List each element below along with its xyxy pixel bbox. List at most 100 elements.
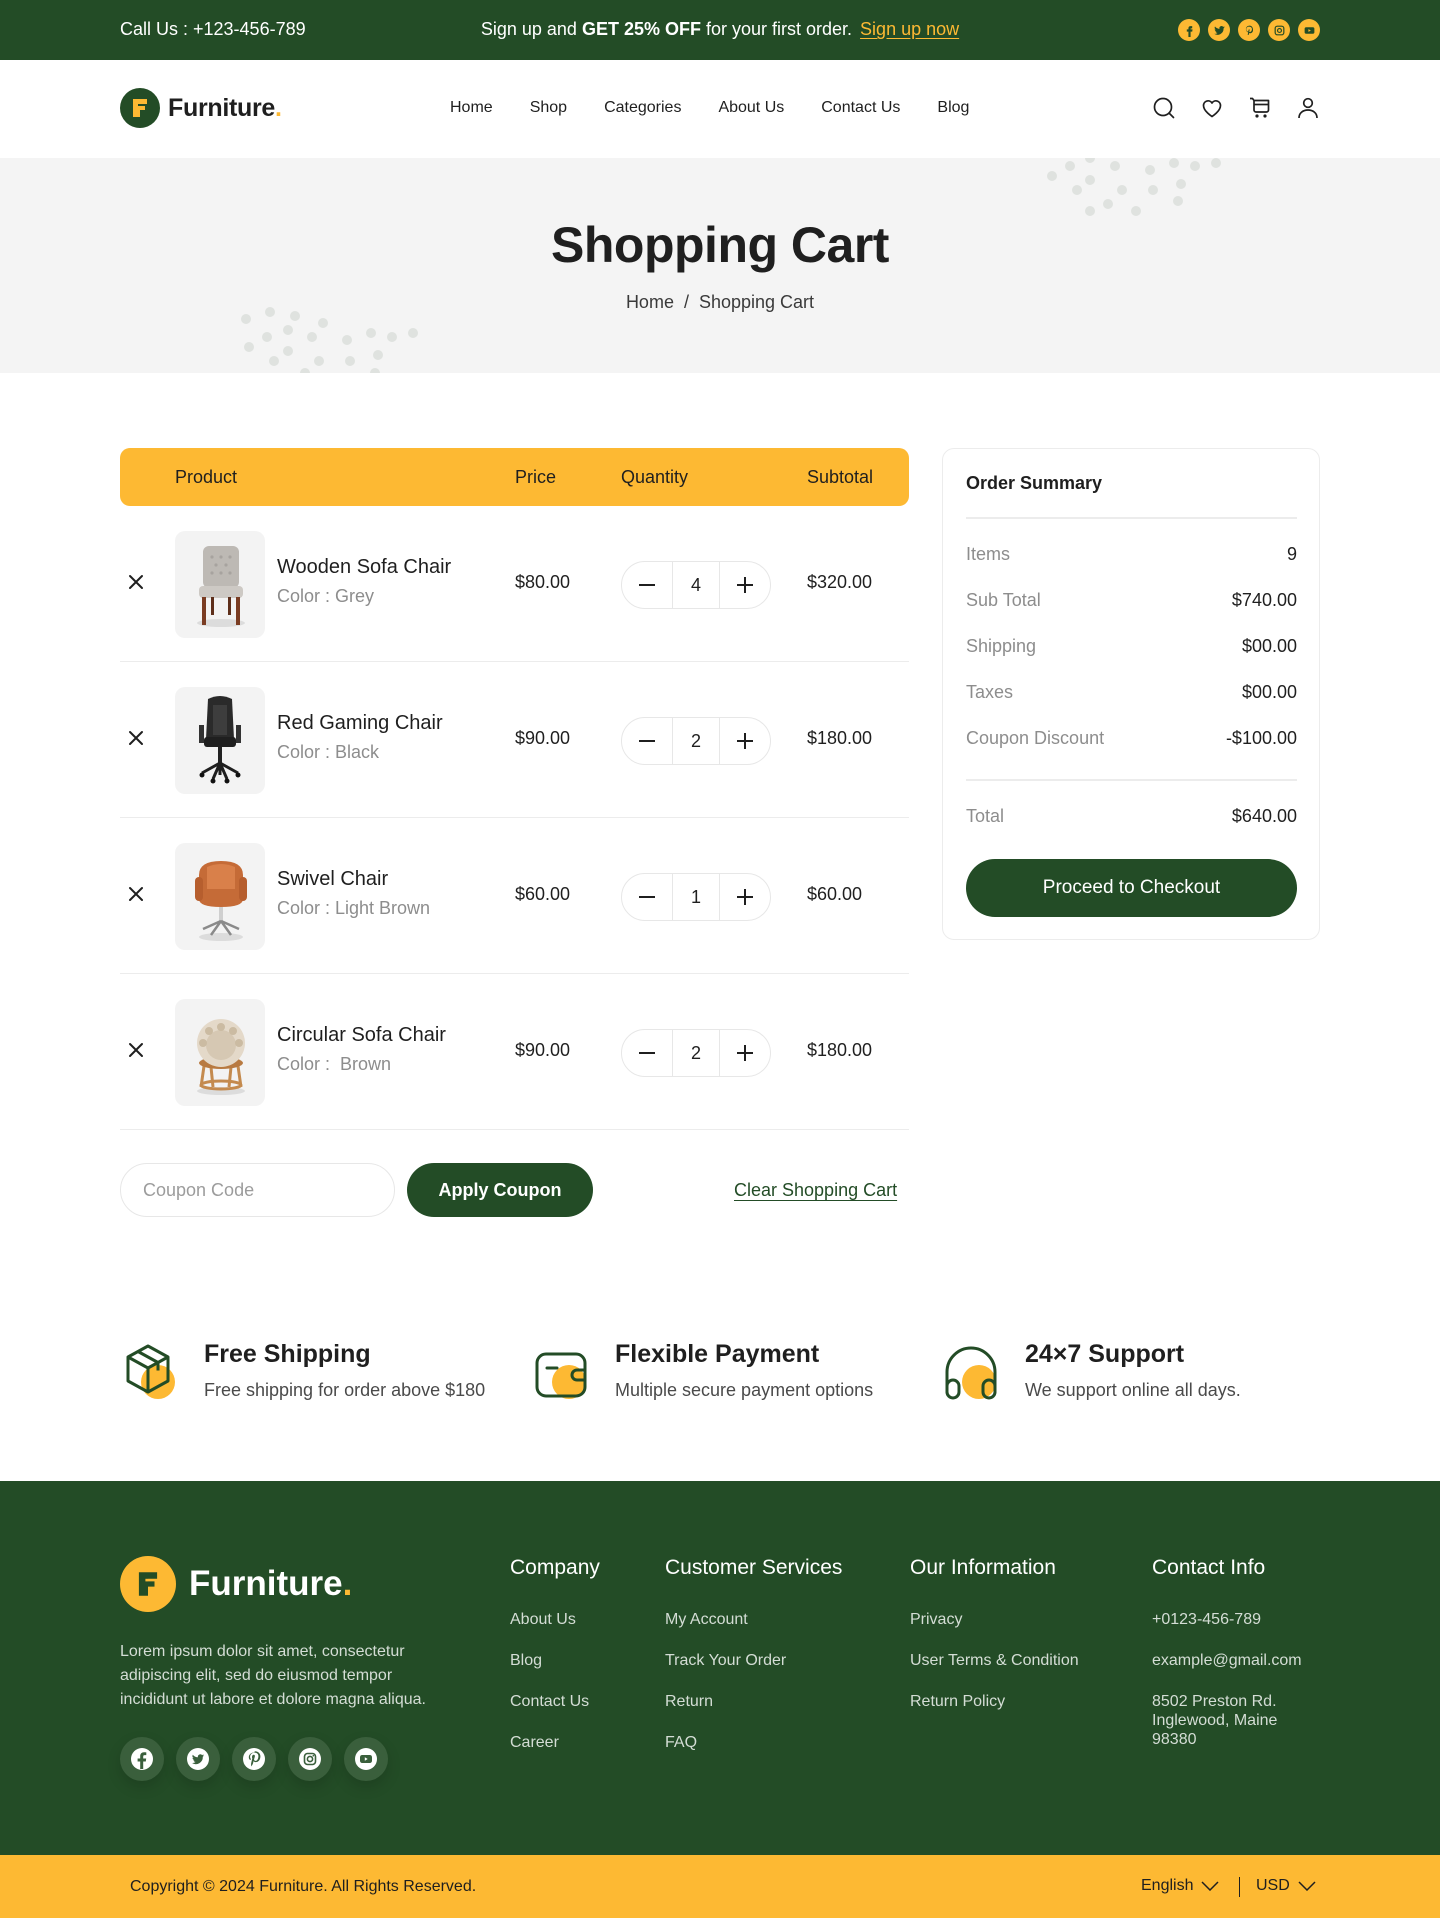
summary-row-subtotal: Sub Total $740.00 bbox=[966, 590, 1297, 610]
selector-divider bbox=[1239, 1877, 1240, 1897]
footer-brand-name: Furniture bbox=[189, 1564, 343, 1603]
brand-logo[interactable]: Furniture. bbox=[120, 88, 282, 128]
footer-link-my-account[interactable]: My Account bbox=[665, 1610, 842, 1629]
decrease-quantity-button[interactable] bbox=[622, 718, 672, 764]
product-image-tan-leather-swivel-chair[interactable] bbox=[175, 843, 265, 950]
clear-shopping-cart-link[interactable]: Clear Shopping Cart bbox=[734, 1180, 897, 1201]
product-name[interactable]: Wooden Sofa Chair bbox=[277, 556, 451, 579]
divider bbox=[966, 779, 1297, 781]
sign-up-link[interactable]: Sign up now bbox=[860, 19, 959, 39]
footer-link-career[interactable]: Career bbox=[510, 1733, 600, 1752]
footer-link-privacy[interactable]: Privacy bbox=[910, 1610, 1079, 1629]
pinterest-icon[interactable] bbox=[232, 1737, 276, 1781]
footer-link-blog[interactable]: Blog bbox=[510, 1651, 600, 1670]
instagram-icon[interactable] bbox=[288, 1737, 332, 1781]
increase-quantity-button[interactable] bbox=[720, 718, 770, 764]
user-icon[interactable] bbox=[1296, 96, 1320, 120]
proceed-to-checkout-button[interactable]: Proceed to Checkout bbox=[966, 859, 1297, 917]
footer-contact-email[interactable]: example@gmail.com bbox=[1152, 1651, 1302, 1670]
remove-item-icon[interactable] bbox=[126, 884, 146, 904]
footer-contact-phone[interactable]: +0123-456-789 bbox=[1152, 1610, 1302, 1629]
logo-mark-icon bbox=[120, 1556, 176, 1612]
nav-home[interactable]: Home bbox=[450, 99, 493, 117]
quantity-value[interactable]: 1 bbox=[672, 874, 720, 920]
footer-link-return-policy[interactable]: Return Policy bbox=[910, 1692, 1079, 1711]
nav-blog[interactable]: Blog bbox=[937, 99, 969, 117]
nav-categories[interactable]: Categories bbox=[604, 99, 681, 117]
youtube-icon[interactable] bbox=[1298, 19, 1320, 41]
cart-icon[interactable] bbox=[1248, 96, 1272, 120]
decrease-quantity-button[interactable] bbox=[622, 1030, 672, 1076]
cart-row: Swivel Chair Color : Light Brown $60.00 … bbox=[120, 818, 909, 974]
footer-link-user-terms[interactable]: User Terms & Condition bbox=[910, 1651, 1079, 1670]
language-selector[interactable]: English bbox=[1141, 1877, 1220, 1895]
quantity-stepper: 4 bbox=[621, 561, 771, 609]
youtube-icon[interactable] bbox=[344, 1737, 388, 1781]
quantity-value[interactable]: 2 bbox=[672, 718, 720, 764]
product-name[interactable]: Red Gaming Chair bbox=[277, 712, 443, 735]
coupon-code-input[interactable] bbox=[120, 1163, 395, 1217]
footer-link-about-us[interactable]: About Us bbox=[510, 1610, 600, 1629]
footer-column-customer-services: Customer Services My Account Track Your … bbox=[665, 1556, 842, 1774]
product-name[interactable]: Circular Sofa Chair bbox=[277, 1024, 446, 1047]
decrease-quantity-button[interactable] bbox=[622, 562, 672, 608]
footer-brand-logo[interactable]: Furniture. bbox=[120, 1556, 352, 1612]
order-summary-title: Order Summary bbox=[966, 473, 1103, 493]
facebook-icon[interactable] bbox=[120, 1737, 164, 1781]
footer-link-return[interactable]: Return bbox=[665, 1692, 842, 1711]
product-price: $80.00 bbox=[515, 572, 571, 592]
quantity-value[interactable]: 4 bbox=[672, 562, 720, 608]
facebook-icon[interactable] bbox=[1178, 19, 1200, 41]
increase-quantity-button[interactable] bbox=[720, 562, 770, 608]
footer-link-faq[interactable]: FAQ bbox=[665, 1733, 842, 1752]
column-subtotal: Subtotal bbox=[807, 467, 874, 487]
product-image-black-gaming-chair[interactable] bbox=[175, 687, 265, 794]
remove-item-icon[interactable] bbox=[126, 572, 146, 592]
footer-column-title: Our Information bbox=[910, 1556, 1056, 1579]
column-product: Product bbox=[175, 467, 238, 487]
footer-link-contact-us[interactable]: Contact Us bbox=[510, 1692, 600, 1711]
product-price: $60.00 bbox=[515, 884, 571, 904]
product-name[interactable]: Swivel Chair bbox=[277, 868, 388, 891]
breadcrumb: Home / Shopping Cart bbox=[625, 292, 815, 312]
order-summary-card: Order Summary Items 9 Sub Total $740.00 Sh… bbox=[942, 448, 1320, 940]
breadcrumb-home[interactable]: Home bbox=[626, 292, 674, 312]
feature-title: 24×7 Support bbox=[1025, 1340, 1185, 1368]
decrease-quantity-button[interactable] bbox=[622, 874, 672, 920]
product-image-papasan-chair[interactable] bbox=[175, 999, 265, 1106]
pinterest-icon[interactable] bbox=[1238, 19, 1260, 41]
cart-row: Red Gaming Chair Color : Black $90.00 2 … bbox=[120, 662, 909, 818]
twitter-icon[interactable] bbox=[176, 1737, 220, 1781]
increase-quantity-button[interactable] bbox=[720, 1030, 770, 1076]
logo-mark-icon bbox=[120, 88, 160, 128]
heart-icon[interactable] bbox=[1200, 96, 1224, 120]
feature-description: We support online all days. bbox=[1025, 1380, 1241, 1400]
nav-action-icons bbox=[1152, 96, 1320, 120]
increase-quantity-button[interactable] bbox=[720, 874, 770, 920]
summary-row-coupon-discount: Coupon Discount -$100.00 bbox=[966, 728, 1297, 748]
product-price: $90.00 bbox=[515, 1040, 571, 1060]
instagram-icon[interactable] bbox=[1268, 19, 1290, 41]
top-announcement-bar: Call Us : +123-456-789 Sign up and GET 2… bbox=[0, 0, 1440, 60]
page-title: Shopping Cart bbox=[551, 217, 889, 273]
quantity-value[interactable]: 2 bbox=[672, 1030, 720, 1076]
product-image-grey-tufted-dining-chair[interactable] bbox=[175, 531, 265, 638]
product-price: $90.00 bbox=[515, 728, 571, 748]
search-icon[interactable] bbox=[1152, 96, 1176, 120]
twitter-icon[interactable] bbox=[1208, 19, 1230, 41]
footer-column-title: Customer Services bbox=[665, 1556, 843, 1579]
nav-contact-us[interactable]: Contact Us bbox=[821, 99, 900, 117]
feature-description: Free shipping for order above $180 bbox=[204, 1380, 486, 1400]
remove-item-icon[interactable] bbox=[126, 728, 146, 748]
copyright-bar: Copyright © 2024 Furniture. All Rights R… bbox=[0, 1855, 1440, 1918]
wallet-icon bbox=[531, 1340, 595, 1404]
apply-coupon-button[interactable]: Apply Coupon bbox=[407, 1163, 593, 1217]
nav-shop[interactable]: Shop bbox=[530, 99, 567, 117]
currency-selector[interactable]: USD bbox=[1256, 1877, 1316, 1895]
footer-link-track-order[interactable]: Track Your Order bbox=[665, 1651, 842, 1670]
footer-column-company: Company About Us Blog Contact Us Career bbox=[510, 1556, 600, 1774]
cart-row: Circular Sofa Chair Color : Brown $90.00… bbox=[120, 974, 909, 1130]
remove-item-icon[interactable] bbox=[126, 1040, 146, 1060]
column-price: Price bbox=[515, 467, 557, 487]
nav-about-us[interactable]: About Us bbox=[718, 99, 784, 117]
